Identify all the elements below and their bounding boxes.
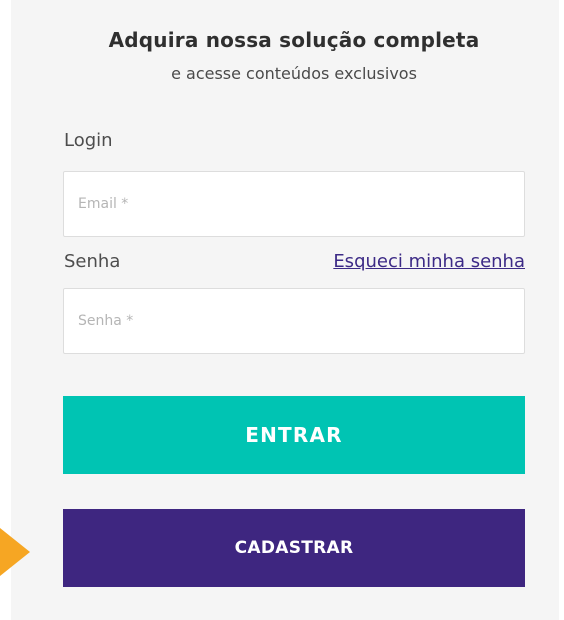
password-label: Senha xyxy=(64,251,121,272)
login-label: Login xyxy=(64,130,113,151)
promo-headline: Adquira nossa solução completa xyxy=(108,28,480,52)
page: Adquira nossa solução completa e acesse … xyxy=(0,0,564,620)
promo-subheadline: e acesse conteúdos exclusivos xyxy=(171,64,417,83)
password-field[interactable] xyxy=(63,288,525,354)
enter-button[interactable]: ENTRAR xyxy=(63,396,525,474)
forgot-password-link[interactable]: Esqueci minha senha xyxy=(333,251,525,272)
orange-arrow-icon xyxy=(0,528,30,576)
email-field[interactable] xyxy=(63,171,525,237)
register-button[interactable]: CADASTRAR xyxy=(63,509,525,587)
